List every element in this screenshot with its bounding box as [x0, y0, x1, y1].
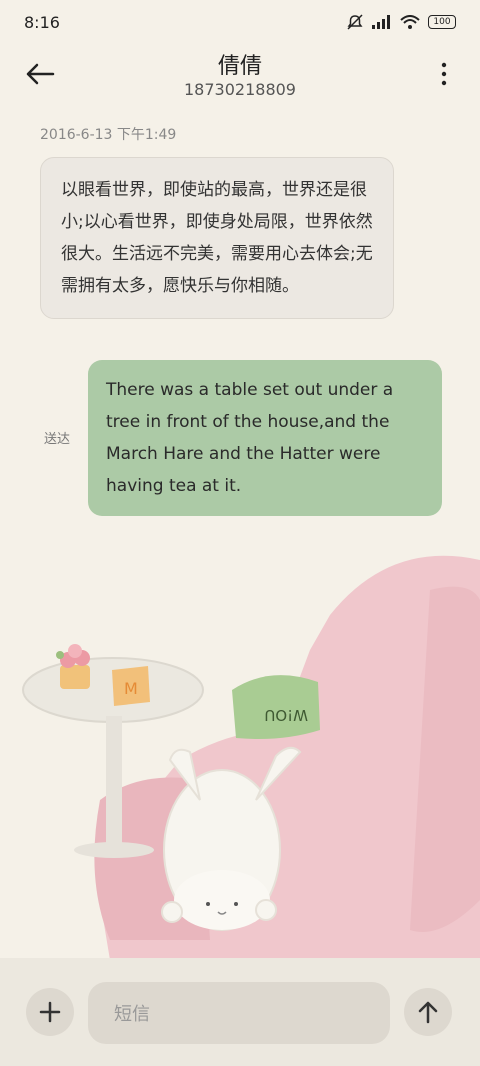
status-time: 8:16: [24, 12, 60, 32]
sms-input[interactable]: 短信: [88, 982, 390, 1044]
message-timestamp: 2016-6-13 下午1:49: [40, 127, 177, 143]
contact-phone: 18730218809: [184, 80, 296, 99]
status-icons: 100: [346, 14, 456, 30]
status-bar: 8:16 100: [0, 0, 480, 44]
conversation-header: 倩倩 18730218809: [0, 44, 480, 104]
add-attachment-button[interactable]: [26, 988, 74, 1036]
battery-level: 100: [433, 17, 451, 27]
arrow-up-icon: [418, 1001, 438, 1024]
contact-name: 倩倩: [217, 54, 262, 79]
sms-input-placeholder: 短信: [114, 1004, 150, 1025]
message-composer: 短信: [0, 958, 480, 1066]
plus-icon: [39, 1001, 61, 1023]
delivery-status: 送达: [44, 432, 71, 447]
more-vertical-icon: [441, 62, 447, 86]
battery-icon: 100: [428, 15, 456, 29]
svg-text:M: M: [124, 679, 138, 698]
signal-icon: [372, 15, 390, 29]
more-button[interactable]: [434, 58, 454, 90]
wifi-icon: [400, 15, 420, 29]
wallpaper-illustration: M W!OU: [22, 555, 480, 960]
incoming-message-text: 以眼看世界，即使站的最高，世界还是很小;以心看世界，即使身处局限，世界依然很大。…: [61, 180, 373, 296]
mute-icon: [347, 14, 363, 30]
send-button[interactable]: [404, 988, 452, 1036]
incoming-message-bubble[interactable]: 以眼看世界，即使站的最高，世界还是很小;以心看世界，即使身处局限，世界依然很大。…: [40, 157, 394, 319]
outgoing-message-bubble[interactable]: There was a table set out under a tree i…: [88, 360, 442, 516]
outgoing-message-text: There was a table set out under a tree i…: [106, 380, 394, 496]
sign-text: W!OU: [264, 706, 308, 724]
